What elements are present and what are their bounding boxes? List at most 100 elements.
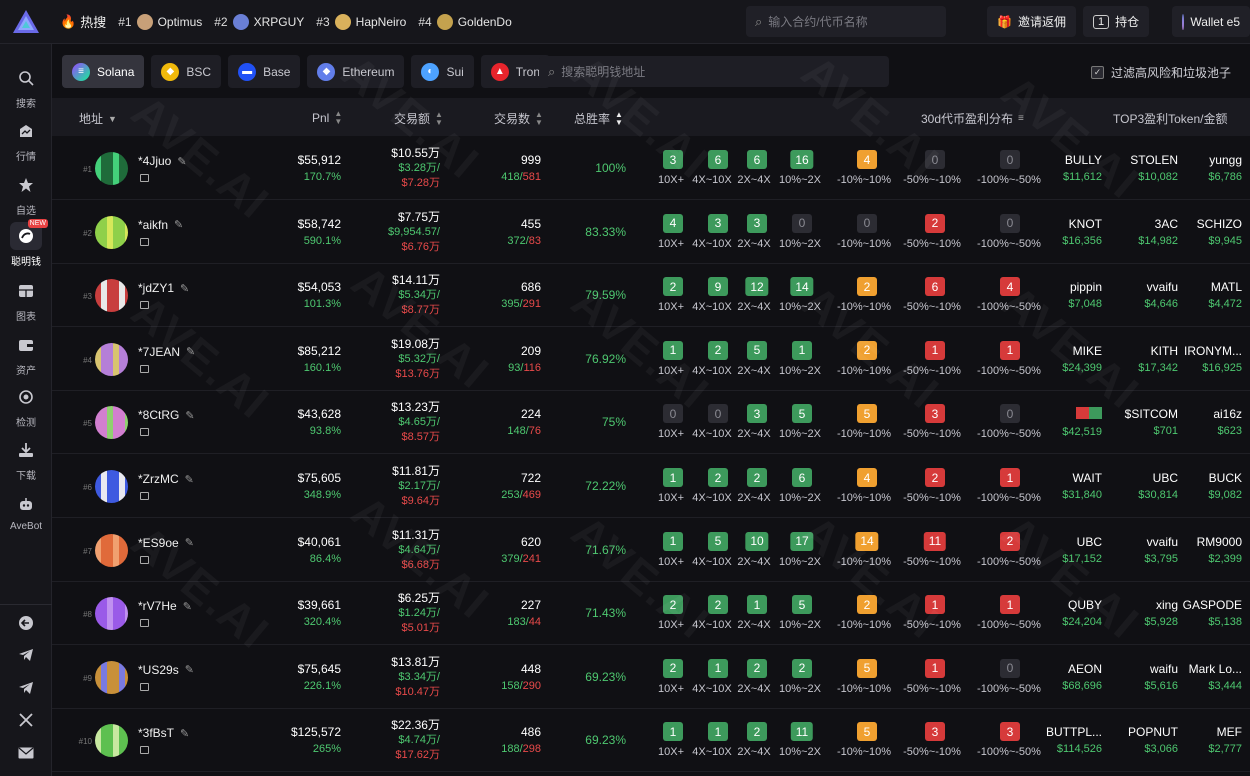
top-token[interactable]: $42,519 — [1062, 407, 1102, 438]
header-winrate[interactable]: 总胜率 ▲ ▼ — [574, 110, 623, 127]
table-row[interactable]: #4 *7JEAN ✎ $85,212 160.1% $19.08万 $5.32万/ $13.… — [52, 328, 1250, 391]
smart-money-search-input[interactable] — [561, 64, 862, 79]
copy-icon[interactable] — [140, 746, 149, 755]
wallet-avatar[interactable] — [95, 152, 128, 185]
sidebar-item-chart[interactable]: 图表 — [0, 277, 52, 323]
back-icon[interactable] — [0, 615, 52, 631]
wallet-avatar[interactable] — [95, 597, 128, 631]
edit-icon[interactable]: ✎ — [185, 473, 194, 486]
filter-icon[interactable]: ▼ — [108, 114, 117, 124]
top-token[interactable]: MEF $2,777 — [1208, 725, 1242, 755]
top-token[interactable]: ai16z $623 — [1213, 407, 1242, 437]
wallet-name[interactable]: *ZrzMC ✎ — [138, 472, 194, 486]
wallet-name[interactable]: *4Jjuo ✎ — [138, 154, 187, 168]
top-token[interactable]: MATL $4,472 — [1208, 280, 1242, 310]
sidebar-item-star[interactable]: 自选 — [0, 171, 52, 217]
top-token[interactable]: STOLEN $10,082 — [1130, 153, 1178, 183]
sidebar-item-search[interactable]: 搜索 — [0, 64, 52, 110]
edit-icon[interactable]: ✎ — [180, 282, 189, 295]
invite-button[interactable]: 🎁 邀请返佣 — [987, 6, 1076, 37]
top-token[interactable]: POPNUT $3,066 — [1128, 725, 1178, 755]
top-token[interactable]: RM9000 $2,399 — [1197, 535, 1242, 565]
telegram-icon[interactable] — [0, 648, 52, 662]
wallet-name[interactable]: *US29s ✎ — [138, 663, 194, 677]
copy-icon[interactable] — [140, 555, 149, 564]
risk-filter[interactable]: ✓ 过滤高风险和垃圾池子 — [1091, 64, 1231, 81]
hot-search-item[interactable]: #2 XRPGUY — [214, 13, 304, 30]
wallet-avatar[interactable] — [95, 660, 128, 694]
copy-icon[interactable] — [140, 492, 149, 500]
top-token[interactable]: UBC $17,152 — [1062, 535, 1102, 565]
copy-icon[interactable] — [140, 301, 149, 310]
token-search-input[interactable] — [768, 14, 919, 29]
top-token[interactable]: waifu $5,616 — [1144, 662, 1178, 692]
wallet-name[interactable]: *8CtRG ✎ — [138, 408, 195, 422]
wallet-avatar[interactable] — [95, 470, 128, 503]
edit-icon[interactable]: ✎ — [177, 155, 186, 168]
sidebar-item-smart-money[interactable]: NEW 聪明钱 — [0, 219, 52, 268]
top-token[interactable]: AEON $68,696 — [1062, 662, 1102, 692]
top-token[interactable]: vvaifu $3,795 — [1144, 535, 1178, 565]
edit-icon[interactable]: ✎ — [183, 600, 192, 613]
table-row[interactable]: #5 *8CtRG ✎ $43,628 93.8% $13.23万 $4.65万/ $8.57… — [52, 391, 1250, 455]
ave-logo[interactable] — [0, 0, 52, 44]
wallet-name[interactable]: *3fBsT ✎ — [138, 726, 189, 740]
top-token[interactable]: QUBY $24,204 — [1062, 598, 1102, 628]
telegram-channel-icon[interactable] — [0, 681, 52, 695]
copy-icon[interactable] — [140, 237, 149, 246]
wallet-avatar[interactable] — [95, 342, 128, 376]
header-address[interactable]: 地址 ▼ — [79, 110, 117, 127]
top-token[interactable]: BULLY $11,612 — [1063, 153, 1102, 183]
copy-icon[interactable] — [140, 174, 149, 182]
header-pnl[interactable]: Pnl ▲ ▼ — [312, 110, 342, 126]
copy-icon[interactable] — [140, 428, 149, 437]
sidebar-item-wallet[interactable]: 资产 — [0, 331, 52, 377]
wallet-name[interactable]: *aikfn ✎ — [138, 218, 183, 232]
copy-icon[interactable] — [140, 682, 149, 691]
filter-icon[interactable]: ≡ — [1018, 113, 1024, 124]
x-twitter-icon[interactable] — [0, 713, 52, 727]
top-token[interactable]: $SITCOM $701 — [1125, 407, 1178, 437]
wallet-name[interactable]: *ES9oe ✎ — [138, 536, 194, 550]
edit-icon[interactable]: ✎ — [185, 536, 194, 549]
smart-money-search[interactable]: ⌕ — [539, 56, 889, 87]
top-token[interactable]: KITH $17,342 — [1138, 344, 1178, 374]
top-token[interactable]: pippin $7,048 — [1068, 280, 1102, 310]
chain-tab-sui[interactable]: ◐ Sui — [411, 55, 474, 88]
top-token[interactable]: BUTTPL... $114,526 — [1046, 725, 1102, 755]
table-row[interactable]: #3 *jdZY1 ✎ $54,053 101.3% $14.11万 $5.34万/ $8.7… — [52, 264, 1250, 328]
top-token[interactable]: MIKE $24,399 — [1062, 344, 1102, 374]
chain-tab-ethereum[interactable]: ◆ Ethereum — [307, 55, 405, 88]
top-token[interactable]: BUCK $9,082 — [1208, 471, 1242, 501]
table-row[interactable]: #7 *ES9oe ✎ $40,061 86.4% $11.31万 $4.64万/ $6.68… — [52, 519, 1250, 582]
wallet-avatar[interactable] — [95, 724, 128, 758]
hot-search-item[interactable]: #4 GoldenDo — [418, 13, 512, 30]
sidebar-item-bot[interactable]: AveBot — [0, 490, 52, 532]
sidebar-item-detect[interactable]: 检测 — [0, 383, 52, 429]
chain-tab-bsc[interactable]: ◆ BSC — [151, 55, 222, 88]
chain-tab-base[interactable]: ▬ Base — [228, 55, 301, 88]
table-row[interactable]: #2 *aikfn ✎ $58,742 590.1% $7.75万 $9,954.57/ $6… — [52, 201, 1250, 264]
wallet-name[interactable]: *jdZY1 ✎ — [138, 281, 189, 295]
top-token[interactable]: GASPODE $5,138 — [1183, 598, 1242, 628]
edit-icon[interactable]: ✎ — [180, 727, 189, 740]
token-search[interactable]: ⌕ — [746, 6, 946, 37]
copy-icon[interactable] — [140, 364, 149, 373]
wallet-name[interactable]: *rV7He ✎ — [138, 599, 192, 613]
table-row[interactable]: #6 *ZrzMC ✎ $75,605 348.9% $11.81万 $2.17万/ $9.6… — [52, 455, 1250, 518]
header-distribution[interactable]: 30d代币盈利分布 ≡ — [921, 110, 1024, 127]
copy-icon[interactable] — [140, 619, 149, 628]
sidebar-item-download[interactable]: 下载 — [0, 436, 52, 482]
sidebar-item-market[interactable]: 行情 — [0, 117, 52, 163]
wallet-button[interactable]: Wallet e5 — [1172, 6, 1250, 37]
wallet-avatar[interactable] — [95, 279, 128, 313]
wallet-avatar[interactable] — [95, 406, 128, 440]
positions-button[interactable]: 1 持仓 — [1083, 6, 1150, 37]
wallet-avatar[interactable] — [95, 533, 128, 567]
table-row[interactable]: #10 *3fBsT ✎ $125,572 265% $22.36万 $4.74万/ $17.… — [52, 709, 1250, 773]
chain-tab-solana[interactable]: ≡ Solana — [62, 55, 145, 88]
top-token[interactable]: KNOT $16,356 — [1062, 217, 1102, 247]
top-token[interactable]: WAIT $31,840 — [1062, 471, 1102, 501]
edit-icon[interactable]: ✎ — [186, 345, 195, 358]
header-count[interactable]: 交易数 ▲ ▼ — [494, 110, 543, 127]
